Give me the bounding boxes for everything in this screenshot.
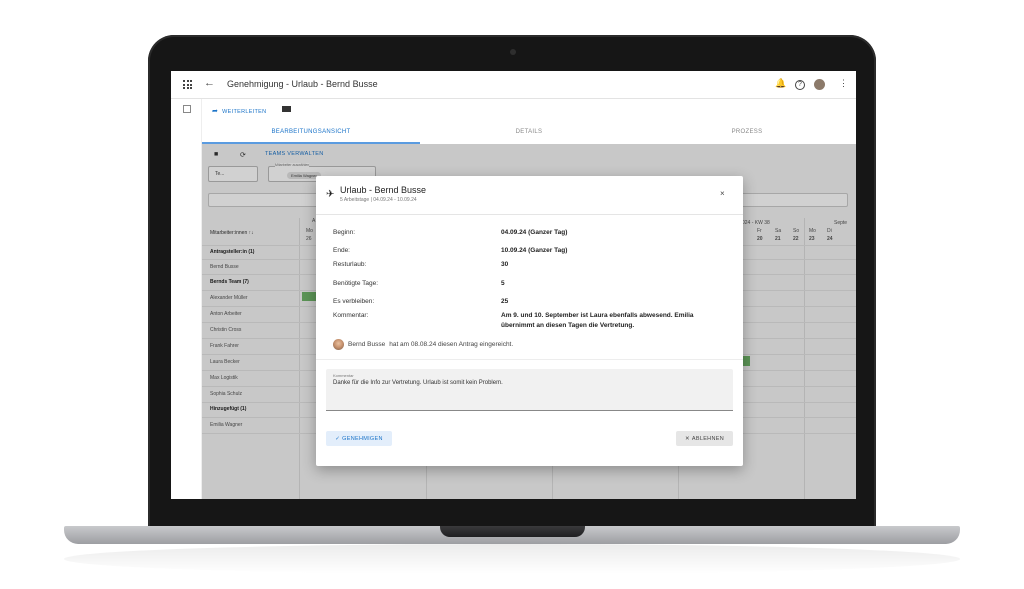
end-value: 10.09.24 (Ganzer Tag) (501, 247, 568, 254)
days-left-label: Es verbleiben: (333, 298, 375, 305)
airplane-icon: ✈ (326, 189, 335, 200)
laptop-mockup: ← Genehmigung - Urlaub - Bernd Busse 🔔 ?… (0, 0, 1024, 589)
camera-dot (510, 49, 516, 55)
submitted-text: hat am 08.08.24 diesen Antrag eingereich… (389, 341, 514, 348)
comment-label: Kommentar: (333, 312, 369, 319)
remaining-vacation-value: 30 (501, 261, 509, 268)
begin-label: Beginn: (333, 229, 356, 236)
comment-textarea[interactable]: Kommentar Danke für die Info zur Vertret… (326, 369, 733, 411)
apps-grid-icon[interactable] (183, 80, 192, 89)
end-label: Ende: (333, 247, 350, 254)
vacation-approval-dialog: ✈ Urlaub - Bernd Busse 5 Arbeitstage | 0… (316, 176, 743, 466)
reject-button[interactable]: ✕ ABLEHNEN (676, 431, 733, 446)
user-avatar[interactable] (814, 79, 825, 90)
dialog-divider (316, 359, 743, 360)
tab-bar: BEARBEITUNGSANSICHT DETAILS PROZESS (202, 124, 856, 144)
more-vert-icon[interactable]: ⋮ (839, 78, 848, 89)
laptop-shadow (64, 544, 960, 574)
forward-label: WEITERLEITEN (222, 109, 267, 115)
back-arrow-icon[interactable]: ← (204, 77, 215, 89)
left-rail (171, 99, 202, 499)
reject-label: ABLEHNEN (691, 435, 724, 442)
close-icon[interactable]: × (720, 189, 725, 198)
tab-bearbeitungsansicht[interactable]: BEARBEITUNGSANSICHT (202, 129, 420, 135)
forward-button[interactable]: ➦ WEITERLEITEN (212, 107, 266, 115)
panel-toggle-icon[interactable] (183, 105, 191, 113)
days-left-value: 25 (501, 298, 509, 305)
action-toolbar: ➦ WEITERLEITEN (202, 99, 856, 121)
required-days-value: 5 (501, 280, 505, 287)
dialog-title: Urlaub - Bernd Busse (340, 185, 427, 195)
submitted-by-line: Bernd Busse hat am 08.08.24 diesen Antra… (333, 339, 513, 350)
check-icon: ✓ (335, 435, 341, 442)
textarea-label: Kommentar (333, 373, 354, 378)
dialog-divider (316, 214, 743, 215)
page-title: Genehmigung - Urlaub - Bernd Busse (227, 79, 378, 89)
approve-label: GENEHMIGEN (342, 435, 383, 442)
approve-button[interactable]: ✓ GENEHMIGEN (326, 431, 392, 446)
bell-icon[interactable]: 🔔 (775, 78, 786, 89)
mail-icon[interactable] (282, 106, 291, 112)
textarea-value[interactable]: Danke für die Info zur Vertretung. Urlau… (333, 380, 503, 386)
help-icon[interactable]: ? (795, 80, 805, 90)
laptop-notch (440, 526, 585, 537)
x-icon: ✕ (685, 435, 690, 442)
begin-value: 04.09.24 (Ganzer Tag) (501, 229, 568, 236)
remaining-vacation-label: Resturlaub: (333, 261, 367, 268)
submitter-avatar (333, 339, 344, 350)
tab-details[interactable]: DETAILS (420, 129, 638, 135)
forward-arrow-icon: ➦ (212, 108, 219, 115)
dialog-subtitle: 5 Arbeitstage | 04.09.24 - 10.09.24 (340, 197, 417, 203)
required-days-label: Benötigte Tage: (333, 280, 379, 287)
tab-prozess[interactable]: PROZESS (638, 129, 856, 135)
comment-value: Am 9. und 10. September ist Laura ebenfa… (501, 312, 694, 329)
app-bar: ← Genehmigung - Urlaub - Bernd Busse 🔔 ?… (171, 71, 856, 99)
screen: ← Genehmigung - Urlaub - Bernd Busse 🔔 ?… (171, 71, 856, 499)
submitter-name: Bernd Busse (348, 341, 386, 348)
